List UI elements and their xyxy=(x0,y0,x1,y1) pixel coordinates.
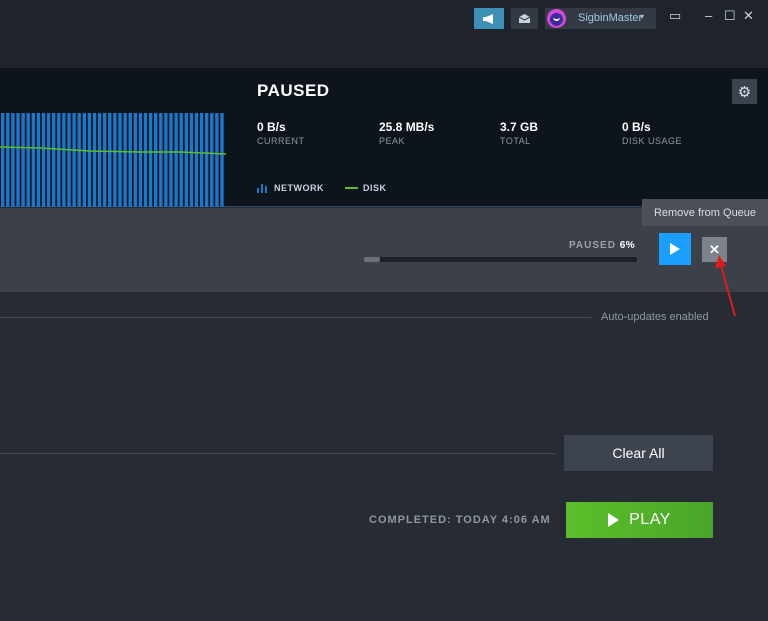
network-bar xyxy=(199,113,204,207)
network-bar xyxy=(220,113,224,207)
avatar xyxy=(547,9,566,28)
bandwidth-graph xyxy=(0,113,226,207)
gear-icon: ⚙ xyxy=(737,83,752,101)
network-bar xyxy=(194,113,199,207)
network-bar xyxy=(36,113,41,207)
clear-all-button[interactable]: Clear All xyxy=(564,435,713,471)
legend-network: NETWORK xyxy=(257,183,324,193)
network-bar xyxy=(143,113,148,207)
play-icon xyxy=(670,243,680,255)
network-bar xyxy=(72,113,76,207)
network-bar xyxy=(154,113,158,207)
network-bar xyxy=(164,113,168,207)
network-bar xyxy=(133,113,137,207)
network-bar xyxy=(16,113,20,207)
download-progress-bar xyxy=(364,257,637,262)
network-bar xyxy=(108,113,112,207)
network-bar xyxy=(128,113,132,207)
chevron-down-icon: ▾ xyxy=(640,12,645,21)
network-bar xyxy=(21,113,25,207)
bar-chart-icon xyxy=(257,184,267,193)
network-bar xyxy=(87,113,92,207)
network-bar xyxy=(210,113,214,207)
title-bar: SigbinMaster ▾ ▭ – ☐ ✕ xyxy=(0,0,768,68)
network-bar xyxy=(148,113,153,207)
maximize-button[interactable]: ☐ xyxy=(724,8,736,24)
section-divider xyxy=(0,317,591,318)
network-bar xyxy=(57,113,61,207)
line-icon xyxy=(345,187,358,189)
completed-timestamp: COMPLETED: TODAY 4:06 AM xyxy=(369,514,551,526)
megaphone-icon xyxy=(483,13,493,24)
resume-download-button[interactable] xyxy=(659,233,691,265)
network-bar xyxy=(159,113,163,207)
network-bar xyxy=(174,113,178,207)
network-bar xyxy=(92,113,97,207)
network-bar xyxy=(205,113,209,207)
network-bar xyxy=(123,113,127,207)
big-picture-icon[interactable]: ▭ xyxy=(669,8,681,24)
current-speed-stat: 0 B/s CURRENT xyxy=(257,120,305,146)
download-status-title: PAUSED xyxy=(257,81,330,100)
network-bar xyxy=(82,113,86,207)
username: SigbinMaster xyxy=(578,12,643,24)
network-bar xyxy=(138,113,143,207)
network-bar xyxy=(6,113,10,207)
network-bar xyxy=(77,113,81,207)
close-window-button[interactable]: ✕ xyxy=(743,8,754,24)
legend-disk: DISK xyxy=(345,183,387,193)
play-button[interactable]: PLAY xyxy=(566,502,713,538)
network-bar xyxy=(103,113,107,207)
network-bar xyxy=(1,113,5,207)
user-menu-button[interactable]: SigbinMaster ▾ xyxy=(545,8,656,29)
settings-button[interactable]: ⚙ xyxy=(732,79,757,104)
network-bar xyxy=(11,113,15,207)
network-bar xyxy=(26,113,30,207)
announcements-button[interactable] xyxy=(474,8,504,29)
network-bar xyxy=(118,113,122,207)
network-bar xyxy=(52,113,56,207)
network-bar xyxy=(41,113,46,207)
network-bar xyxy=(97,113,102,207)
download-progress-fill xyxy=(364,257,381,262)
network-bar xyxy=(31,113,35,207)
section-divider xyxy=(0,453,555,454)
remove-from-queue-tooltip: Remove from Queue xyxy=(642,199,768,226)
peak-speed-stat: 25.8 MB/s PEAK xyxy=(379,120,435,146)
auto-updates-label: Auto-updates enabled xyxy=(601,311,709,323)
network-bar xyxy=(62,113,66,207)
annotation-arrow xyxy=(715,255,736,317)
total-downloaded-stat: 3.7 GB TOTAL xyxy=(500,120,539,146)
network-bar xyxy=(215,113,219,207)
network-bar xyxy=(67,113,71,207)
queue-item-status: PAUSED 6% xyxy=(569,240,636,251)
disk-usage-stat: 0 B/s DISK USAGE xyxy=(622,120,683,146)
minimize-button[interactable]: – xyxy=(705,8,712,23)
network-bar xyxy=(189,113,194,207)
notifications-button[interactable] xyxy=(511,8,538,29)
play-icon xyxy=(608,513,620,527)
envelope-icon xyxy=(518,14,531,23)
network-bar xyxy=(179,113,183,207)
network-bar xyxy=(184,113,188,207)
network-bar xyxy=(46,113,51,207)
network-bar xyxy=(169,113,173,207)
download-stats-panel: PAUSED 0 B/s CURRENT 25.8 MB/s PEAK 3.7 … xyxy=(0,68,768,207)
network-bar xyxy=(113,113,117,207)
